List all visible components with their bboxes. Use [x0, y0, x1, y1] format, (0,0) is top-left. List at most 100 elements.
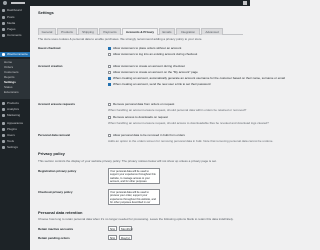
guest-checkout-option-1[interactable]: Allow customers to place orders without … [108, 46, 181, 50]
checkbox[interactable] [108, 46, 111, 50]
user-avatar-icon[interactable] [243, 1, 247, 5]
retain-inactive-number[interactable]: N/A [108, 226, 117, 231]
personal-data-removal-option[interactable]: Allow personal data to be removed in bul… [108, 133, 185, 137]
tab-payments[interactable]: Payments [99, 28, 121, 35]
retention-desc: Choose how long to retain personal data … [38, 217, 234, 221]
sidebar-item-plugins[interactable]: Plugins [0, 127, 30, 132]
sidebar-item-comments[interactable]: Comments [0, 33, 30, 38]
option-label: Allow customers to create an account on … [113, 70, 198, 74]
sidebar-item-label: Settings [7, 145, 18, 149]
sidebar-item-label: Comments [7, 33, 22, 37]
sidebar-item-label: Analytics [7, 107, 20, 111]
settings-content: Settings General Products Shipping Payme… [30, 6, 285, 250]
site-home-link[interactable] [11, 2, 25, 4]
account-creation-label: Account creation [38, 64, 63, 68]
guest-checkout-option-2[interactable]: Allow customers to log into an existing … [108, 52, 197, 56]
privacy-policy-title: Privacy policy [38, 151, 65, 156]
guest-checkout-label: Guest checkout [38, 46, 61, 50]
products-icon [2, 102, 5, 105]
tab-products[interactable]: Products [57, 28, 77, 35]
users-icon [2, 134, 5, 137]
option-label: Allow customers to log into an existing … [113, 52, 198, 56]
submenu-item-extensions[interactable]: Extensions [4, 90, 19, 94]
retain-inactive-label: Retain inactive accounts [38, 227, 74, 231]
sidebar-item-label: Products [7, 101, 19, 105]
checkout-privacy-textarea[interactable]: Your personal data will be used to proce… [108, 189, 160, 205]
sidebar-item-marketing[interactable]: Marketing [0, 113, 30, 118]
tab-integration[interactable]: Integration [176, 28, 200, 35]
checkbox[interactable] [108, 76, 111, 80]
sidebar-item-woocommerce[interactable]: WooCommerce [0, 52, 30, 57]
retain-inactive-unit-select[interactable]: Month(s) [119, 226, 133, 231]
sidebar-item-appearance[interactable]: Appearance [0, 121, 30, 126]
retain-pending-label: Retain pending orders [38, 236, 70, 240]
erasure-option-1[interactable]: Remove personal data from orders on requ… [108, 102, 174, 106]
checkbox[interactable] [108, 115, 111, 119]
sidebar-item-label: Pages [7, 27, 16, 31]
submenu-item-reports[interactable]: Reports [4, 75, 15, 79]
account-creation-option-3[interactable]: When creating an account, automatically … [108, 76, 285, 80]
sidebar-item-products[interactable]: Products [0, 101, 30, 106]
personal-data-removal-label: Personal data removal [38, 133, 71, 137]
erasure-option-2[interactable]: Remove access to downloads on request [108, 115, 168, 119]
dashboard-icon [2, 9, 5, 12]
sidebar-item-label: Posts [7, 15, 15, 19]
submenu-item-orders[interactable]: Orders [4, 65, 13, 69]
sidebar-item-settings[interactable]: Settings [0, 145, 30, 150]
personal-data-removal-note: Adds an option to the orders screen for … [108, 139, 274, 143]
sidebar-item-pages[interactable]: Pages [0, 27, 30, 32]
submenu-item-status[interactable]: Status [4, 85, 13, 89]
sidebar-item-label: Plugins [7, 127, 17, 131]
sidebar-item-media[interactable]: Media [0, 21, 30, 26]
submenu-item-settings[interactable]: Settings [4, 80, 16, 84]
option-label: Remove access to downloads on request [113, 115, 168, 119]
option-label: Remove personal data from orders on requ… [113, 102, 175, 106]
registration-privacy-label: Registration privacy policy [38, 169, 77, 173]
checkbox[interactable] [108, 70, 111, 74]
tab-emails[interactable]: Emails [159, 28, 175, 35]
sidebar-item-label: Appearance [7, 121, 24, 125]
checkbox[interactable] [108, 82, 111, 86]
checkbox[interactable] [108, 52, 111, 56]
retain-pending-unit-select[interactable]: Day(s) [119, 235, 132, 240]
tools-icon [2, 140, 5, 143]
settings-tabs: General Products Shipping Payments Accou… [38, 28, 243, 35]
checkbox[interactable] [108, 102, 111, 106]
sidebar-item-users[interactable]: Users [0, 133, 30, 138]
retain-pending-number[interactable]: N/A [108, 235, 117, 240]
option-label: Allow personal data to be removed in bul… [113, 133, 185, 137]
plugins-icon [2, 128, 5, 131]
sidebar-item-label: Dashboard [7, 8, 22, 12]
appearance-icon [2, 122, 5, 125]
checkbox[interactable] [108, 133, 111, 137]
woocommerce-submenu: Home Orders Customers Reports Settings S… [0, 59, 30, 99]
admin-sidebar: Dashboard Posts Media Pages Comments Woo… [0, 6, 30, 250]
erasure-note-2: When handling an account erasure request… [108, 121, 269, 125]
account-creation-option-2[interactable]: Allow customers to create an account on … [108, 70, 198, 74]
tab-general[interactable]: General [38, 28, 56, 35]
submenu-item-home[interactable]: Home [4, 60, 12, 64]
pages-icon [2, 28, 5, 31]
account-creation-option-4[interactable]: When creating an account, send the new u… [108, 82, 210, 86]
intro-text: The store uses cookies & personal data t… [38, 37, 203, 41]
registration-privacy-textarea[interactable]: Your personal data will be used to suppo… [108, 168, 160, 184]
sidebar-item-label: Users [7, 133, 15, 137]
wordpress-logo-icon[interactable] [3, 1, 7, 5]
tab-accounts-privacy[interactable]: Accounts & Privacy [122, 28, 158, 35]
woocommerce-icon [2, 53, 5, 56]
sidebar-item-posts[interactable]: Posts [0, 15, 30, 20]
tab-shipping[interactable]: Shipping [78, 28, 98, 35]
analytics-icon [2, 108, 5, 111]
sidebar-item-dashboard[interactable]: Dashboard [0, 8, 30, 13]
sidebar-item-analytics[interactable]: Analytics [0, 107, 30, 112]
page-title: Settings [38, 10, 54, 15]
sidebar-item-tools[interactable]: Tools [0, 139, 30, 144]
submenu-item-customers[interactable]: Customers [4, 70, 19, 74]
checkout-privacy-label: Checkout privacy policy [38, 190, 73, 194]
sidebar-item-label: Marketing [7, 113, 21, 117]
checkbox[interactable] [108, 64, 111, 68]
tab-advanced[interactable]: Advanced [201, 28, 223, 35]
account-erasure-label: Account erasure requests [38, 102, 76, 106]
account-creation-option-1[interactable]: Allow customers to create an account dur… [108, 64, 185, 68]
privacy-policy-desc: This section controls the display of you… [38, 159, 217, 163]
